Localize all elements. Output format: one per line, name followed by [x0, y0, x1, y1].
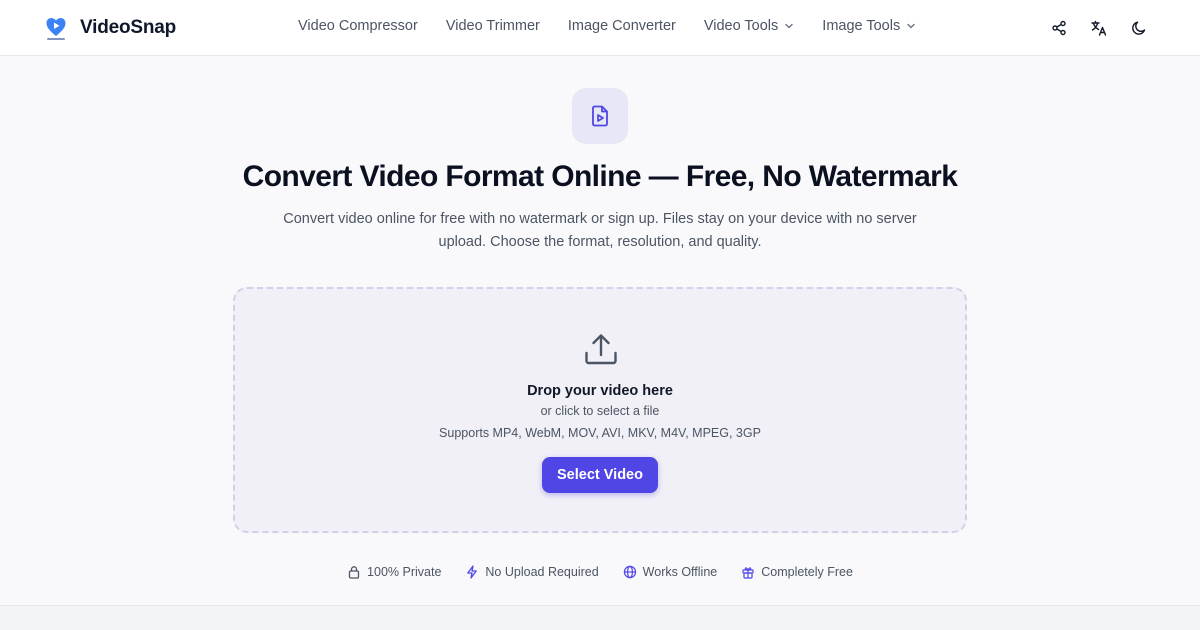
brand-name: VideoSnap — [80, 17, 177, 38]
share-icon — [1052, 20, 1066, 36]
feature-free: Completely Free — [741, 565, 853, 579]
gift-icon — [742, 567, 754, 579]
brand[interactable]: VideoSnap — [44, 14, 176, 42]
globe-icon — [623, 565, 636, 579]
moon-icon — [1132, 21, 1146, 35]
nav-video-tools-dropdown[interactable]: Video Tools — [704, 18, 794, 34]
main-nav: Video Compressor Video Trimmer Image Con… — [298, 18, 916, 34]
nav-image-converter[interactable]: Image Converter — [568, 18, 676, 34]
feature-label: No Upload Required — [485, 565, 599, 579]
subtitle-line: Convert video online for free with no wa… — [283, 211, 917, 227]
nav-label: Image Converter — [567, 18, 676, 34]
header-actions — [1048, 17, 1150, 39]
video-dropzone[interactable]: Drop your video here or click to select … — [233, 287, 967, 533]
nav-label: Image Tools — [822, 18, 901, 34]
subtitle-line: upload. Choose the format, resolution, a… — [438, 234, 762, 250]
feature-list: 100% Private No Upload Required Works Of… — [0, 565, 1200, 579]
chevron-down-icon — [907, 23, 915, 29]
feature-no-upload: No Upload Required — [465, 565, 599, 579]
nav-video-trimmer[interactable]: Video Trimmer — [446, 18, 540, 34]
select-video-button[interactable]: Select Video — [542, 457, 658, 493]
supported-formats: Supports MP4, WebM, MOV, AVI, MKV, M4V, … — [439, 426, 761, 440]
footer-strip — [0, 606, 1200, 630]
bolt-icon — [467, 565, 478, 579]
theme-toggle-button[interactable] — [1128, 17, 1150, 39]
translate-icon — [1091, 20, 1107, 36]
videosnap-logo-icon — [46, 18, 66, 40]
nav-image-tools-dropdown[interactable]: Image Tools — [822, 18, 916, 34]
dropzone-title: Drop your video here — [527, 383, 673, 399]
chevron-down-icon — [785, 23, 793, 29]
dropzone-subtitle: or click to select a file — [540, 404, 660, 418]
share-button[interactable] — [1048, 17, 1070, 39]
page-subtitle: Convert video online for free with no wa… — [270, 208, 930, 254]
feature-label: Works Offline — [642, 565, 718, 579]
language-button[interactable] — [1088, 17, 1110, 39]
nav-label: Video Compressor — [298, 18, 418, 34]
feature-label: Completely Free — [761, 565, 853, 579]
feature-label: 100% Private — [367, 565, 442, 579]
feature-offline: Works Offline — [623, 565, 718, 579]
feature-private: 100% Private — [347, 565, 441, 579]
nav-video-compressor[interactable]: Video Compressor — [298, 18, 418, 34]
nav-label: Video Trimmer — [445, 18, 540, 34]
site-header: VideoSnap Video Compressor Video Trimmer… — [0, 0, 1200, 56]
nav-label: Video Tools — [703, 18, 779, 34]
upload-icon — [585, 334, 617, 365]
page-title: Convert Video Format Online — Free, No W… — [242, 160, 958, 193]
video-file-icon — [592, 105, 608, 127]
lock-icon — [348, 566, 360, 579]
hero-icon-badge — [572, 88, 628, 144]
